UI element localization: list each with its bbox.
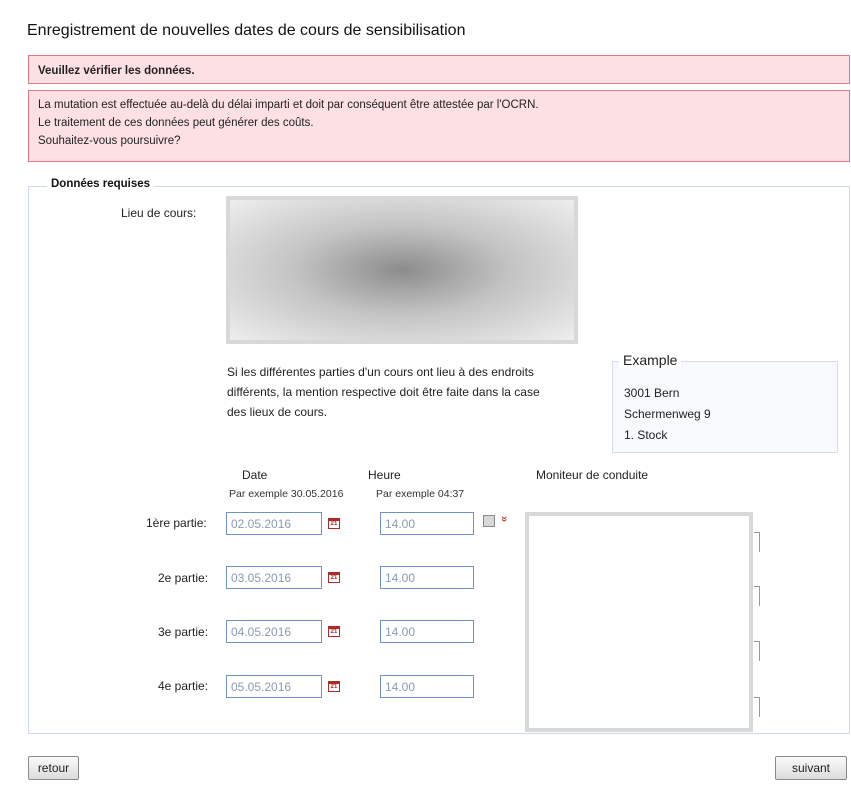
lieu-label: Lieu de cours: [121,206,197,220]
next-button[interactable]: suivant [775,756,847,780]
hint-line: différents, la mention respective doit ê… [227,385,540,399]
page-title: Enregistrement de nouvelles dates de cou… [27,22,466,39]
hint-line: Si les différentes parties d'un cours on… [227,365,534,379]
alert-line: La mutation est effectuée au-delà du dél… [38,99,539,111]
time-input-1[interactable] [380,512,474,535]
moniteur-resize-handle[interactable] [754,586,760,606]
time-input-2[interactable] [380,566,474,589]
copy-checkbox[interactable] [483,515,495,527]
calendar-icon[interactable]: 21 [328,626,340,637]
moniteur-resize-handle[interactable] [754,697,760,717]
time-input-3[interactable] [380,620,474,643]
date-input-1[interactable] [226,512,322,535]
moniteur-listbox[interactable] [525,512,753,732]
example-line: 1. Stock [624,428,668,442]
alert-message: La mutation est effectuée au-delà du dél… [28,90,850,162]
example-line: Schermenweg 9 [624,407,711,421]
copy-down-icon[interactable]: » [498,516,510,522]
time-input-4[interactable] [380,675,474,698]
moniteur-column-header: Moniteur de conduite [536,468,649,482]
date-input-4[interactable] [226,675,322,698]
lieu-hint: Si les différentes parties d'un cours on… [227,362,597,422]
alert-line: Le traitement de ces données peut génére… [38,117,314,129]
moniteur-resize-handle[interactable] [754,641,760,661]
calendar-icon[interactable]: 21 [328,681,340,692]
date-column-header: Date [242,468,268,482]
lieu-textarea[interactable] [226,196,578,344]
calendar-icon[interactable]: 21 [328,518,340,529]
heure-format-hint: Par exemple 04:37 [376,488,465,500]
alert-line: Souhaitez-vous poursuivre? [38,135,181,147]
example-title: Example [619,352,682,368]
row-label: 4e partie: [158,679,209,693]
calendar-icon[interactable]: 21 [328,572,340,583]
date-input-2[interactable] [226,566,322,589]
row-label: 1ère partie: [146,516,207,530]
date-format-hint: Par exemple 30.05.2016 [229,488,344,500]
hint-line: des lieux de cours. [227,405,328,419]
row-label: 2e partie: [158,571,209,585]
example-line: 3001 Bern [624,386,680,400]
heure-column-header: Heure [368,468,401,482]
back-button[interactable]: retour [28,756,79,780]
date-input-3[interactable] [226,620,322,643]
row-label: 3e partie: [158,625,209,639]
moniteur-resize-handle[interactable] [754,532,760,552]
alert-heading: Veuillez vérifier les données. [28,55,850,84]
fieldset-legend: Données requises [47,178,155,190]
